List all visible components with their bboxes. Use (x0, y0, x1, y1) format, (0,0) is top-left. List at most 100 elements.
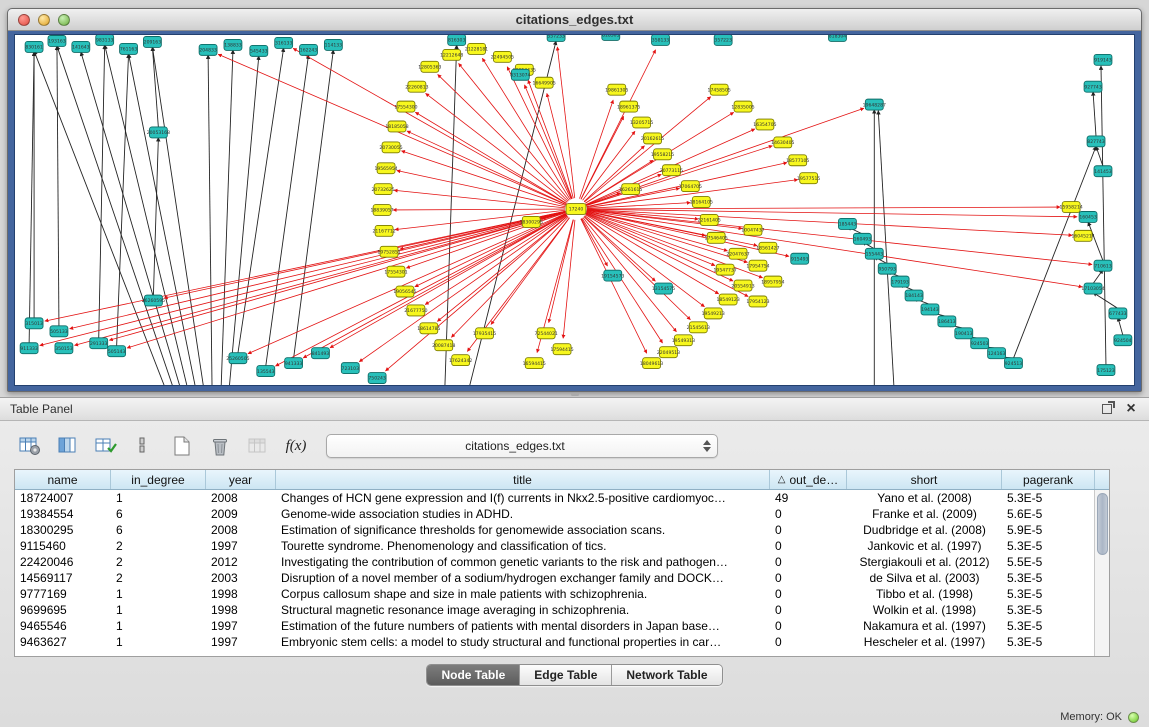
tab-network-table[interactable]: Network Table (612, 665, 721, 685)
column-settings-icon[interactable] (16, 433, 44, 459)
tab-node-table[interactable]: Node Table (427, 665, 520, 685)
table-row[interactable]: 1830029562008Estimation of significance … (15, 522, 1109, 538)
column-header-title[interactable]: title (276, 470, 770, 489)
table-cell: Hescheler et al. (1997) (847, 634, 1002, 650)
graph-edge[interactable] (587, 211, 757, 245)
graph-edge[interactable] (445, 45, 457, 386)
table-scrollbar-thumb[interactable] (1097, 493, 1108, 555)
graph-edge[interactable] (117, 54, 129, 346)
graph-node-label: 19056545 (393, 289, 416, 295)
graph-edge[interactable] (29, 52, 34, 343)
graph-edge[interactable] (580, 100, 614, 199)
graph-edge[interactable] (401, 151, 565, 206)
graph-edge[interactable] (152, 47, 158, 128)
function-builder-button[interactable]: f(x) (282, 433, 310, 459)
graph-edge[interactable] (407, 131, 566, 204)
close-panel-icon[interactable]: × (1123, 401, 1139, 417)
table-row[interactable]: 977716911998Corpus callosum shape and si… (15, 586, 1109, 602)
graph-edge[interactable] (152, 47, 204, 386)
graph-edge[interactable] (1093, 270, 1103, 284)
graph-node-label: 924503 (971, 341, 989, 347)
graph-edge[interactable] (330, 214, 566, 347)
graph-edge[interactable] (70, 212, 566, 329)
table-cell: 6 (111, 522, 206, 538)
network-canvas[interactable]: 1724012805363222608131755430018185058207… (14, 34, 1135, 386)
table-row[interactable]: 946554611997Estimation of the future num… (15, 618, 1109, 634)
table-scrollbar[interactable] (1094, 490, 1109, 656)
graph-edge[interactable] (127, 212, 565, 348)
graph-edge[interactable] (153, 137, 158, 295)
screen: citations_edges.txt 17240128053632226081… (0, 0, 1149, 727)
graph-edge[interactable] (208, 55, 212, 386)
table-row[interactable]: 1872400712008Changes of HCN gene express… (15, 490, 1109, 506)
graph-node-label: 13154575 (652, 286, 675, 292)
graph-edge[interactable] (303, 214, 566, 358)
delete-table-icon[interactable] (206, 433, 234, 459)
table-row[interactable]: 1938455462009Genome-wide association stu… (15, 506, 1109, 522)
graph-node-label: 16045214 (1071, 234, 1094, 240)
table-row[interactable]: 2242004622012Investigating the contribut… (15, 554, 1109, 570)
table-cell: Yano et al. (2008) (847, 490, 1002, 506)
graph-edge[interactable] (393, 209, 565, 210)
graph-edge[interactable] (129, 54, 197, 386)
table-cell: 49 (770, 490, 847, 506)
table-cell: 1 (111, 618, 206, 634)
graph-edge[interactable] (581, 219, 647, 353)
graph-edge[interactable] (238, 48, 284, 353)
graph-node-label: 18614785 (417, 326, 440, 332)
graph-edge[interactable] (275, 214, 566, 366)
table-row[interactable]: 946362711997Embryonic stem cells: a mode… (15, 634, 1109, 650)
graph-edge[interactable] (587, 207, 1060, 209)
table-cell: Dudbridge et al. (2008) (847, 522, 1002, 538)
graph-node-label: 18549123 (717, 297, 740, 303)
column-header-pagerank[interactable]: pagerank (1002, 470, 1095, 489)
graph-edge[interactable] (164, 211, 565, 298)
import-table-icon[interactable] (244, 433, 272, 459)
graph-node-label: 162243 (300, 48, 318, 54)
table-row[interactable]: 911546021997Tourette syndrome. Phenomeno… (15, 538, 1109, 554)
graph-edge[interactable] (57, 46, 174, 386)
float-panel-icon[interactable] (1099, 401, 1115, 417)
table-cell: Jankovic et al. (1997) (847, 538, 1002, 554)
graph-edge[interactable] (229, 56, 259, 386)
new-table-icon[interactable] (168, 433, 196, 459)
graph-node-label: 19565954 (374, 166, 397, 172)
graph-node-label: 20087418 (432, 343, 455, 349)
graph-edge[interactable] (1093, 293, 1118, 309)
table-row[interactable]: 1456911722003Disruption of a novel membe… (15, 570, 1109, 586)
table-cell: 5.3E-5 (1002, 538, 1095, 554)
graph-edge[interactable] (248, 213, 566, 353)
graph-edge[interactable] (40, 212, 566, 346)
graph-edge[interactable] (1093, 92, 1096, 137)
graph-edge[interactable] (45, 211, 565, 321)
table-cell: 9777169 (15, 586, 111, 602)
graph-edge[interactable] (221, 50, 233, 386)
graph-edge[interactable] (528, 80, 572, 199)
graph-edge[interactable] (266, 55, 309, 366)
table-selector-dropdown[interactable]: citations_edges.txt (326, 434, 718, 458)
column-header-short[interactable]: short (847, 470, 1002, 489)
column-header-out-de-[interactable]: △out_de… (770, 470, 847, 489)
graph-edge[interactable] (1013, 146, 1096, 358)
graph-edge[interactable] (57, 46, 59, 326)
select-all-icon[interactable] (92, 433, 120, 459)
graph-node-label: 124163 (988, 351, 1006, 357)
column-header-in-degree[interactable]: in_degree (111, 470, 206, 489)
graph-edge[interactable] (99, 45, 105, 338)
table-cell: 9115460 (15, 538, 111, 554)
graph-edge[interactable] (1101, 66, 1106, 365)
graph-edge[interactable] (359, 215, 567, 361)
graph-edge[interactable] (587, 210, 1072, 236)
column-header-year[interactable]: year (206, 470, 276, 489)
graph-edge[interactable] (586, 213, 715, 265)
graph-edge[interactable] (587, 211, 1082, 287)
column-header-name[interactable]: name (15, 470, 111, 489)
graph-node-label: 761163 (120, 47, 138, 53)
show-columns-icon[interactable] (54, 433, 82, 459)
table-row[interactable]: 969969511998Structural magnetic resonanc… (15, 602, 1109, 618)
graph-edge[interactable] (294, 50, 334, 358)
tab-edge-table[interactable]: Edge Table (520, 665, 612, 685)
row-height-icon[interactable] (130, 433, 158, 459)
graph-edge[interactable] (1118, 317, 1123, 335)
window-titlebar[interactable]: citations_edges.txt (8, 9, 1141, 31)
